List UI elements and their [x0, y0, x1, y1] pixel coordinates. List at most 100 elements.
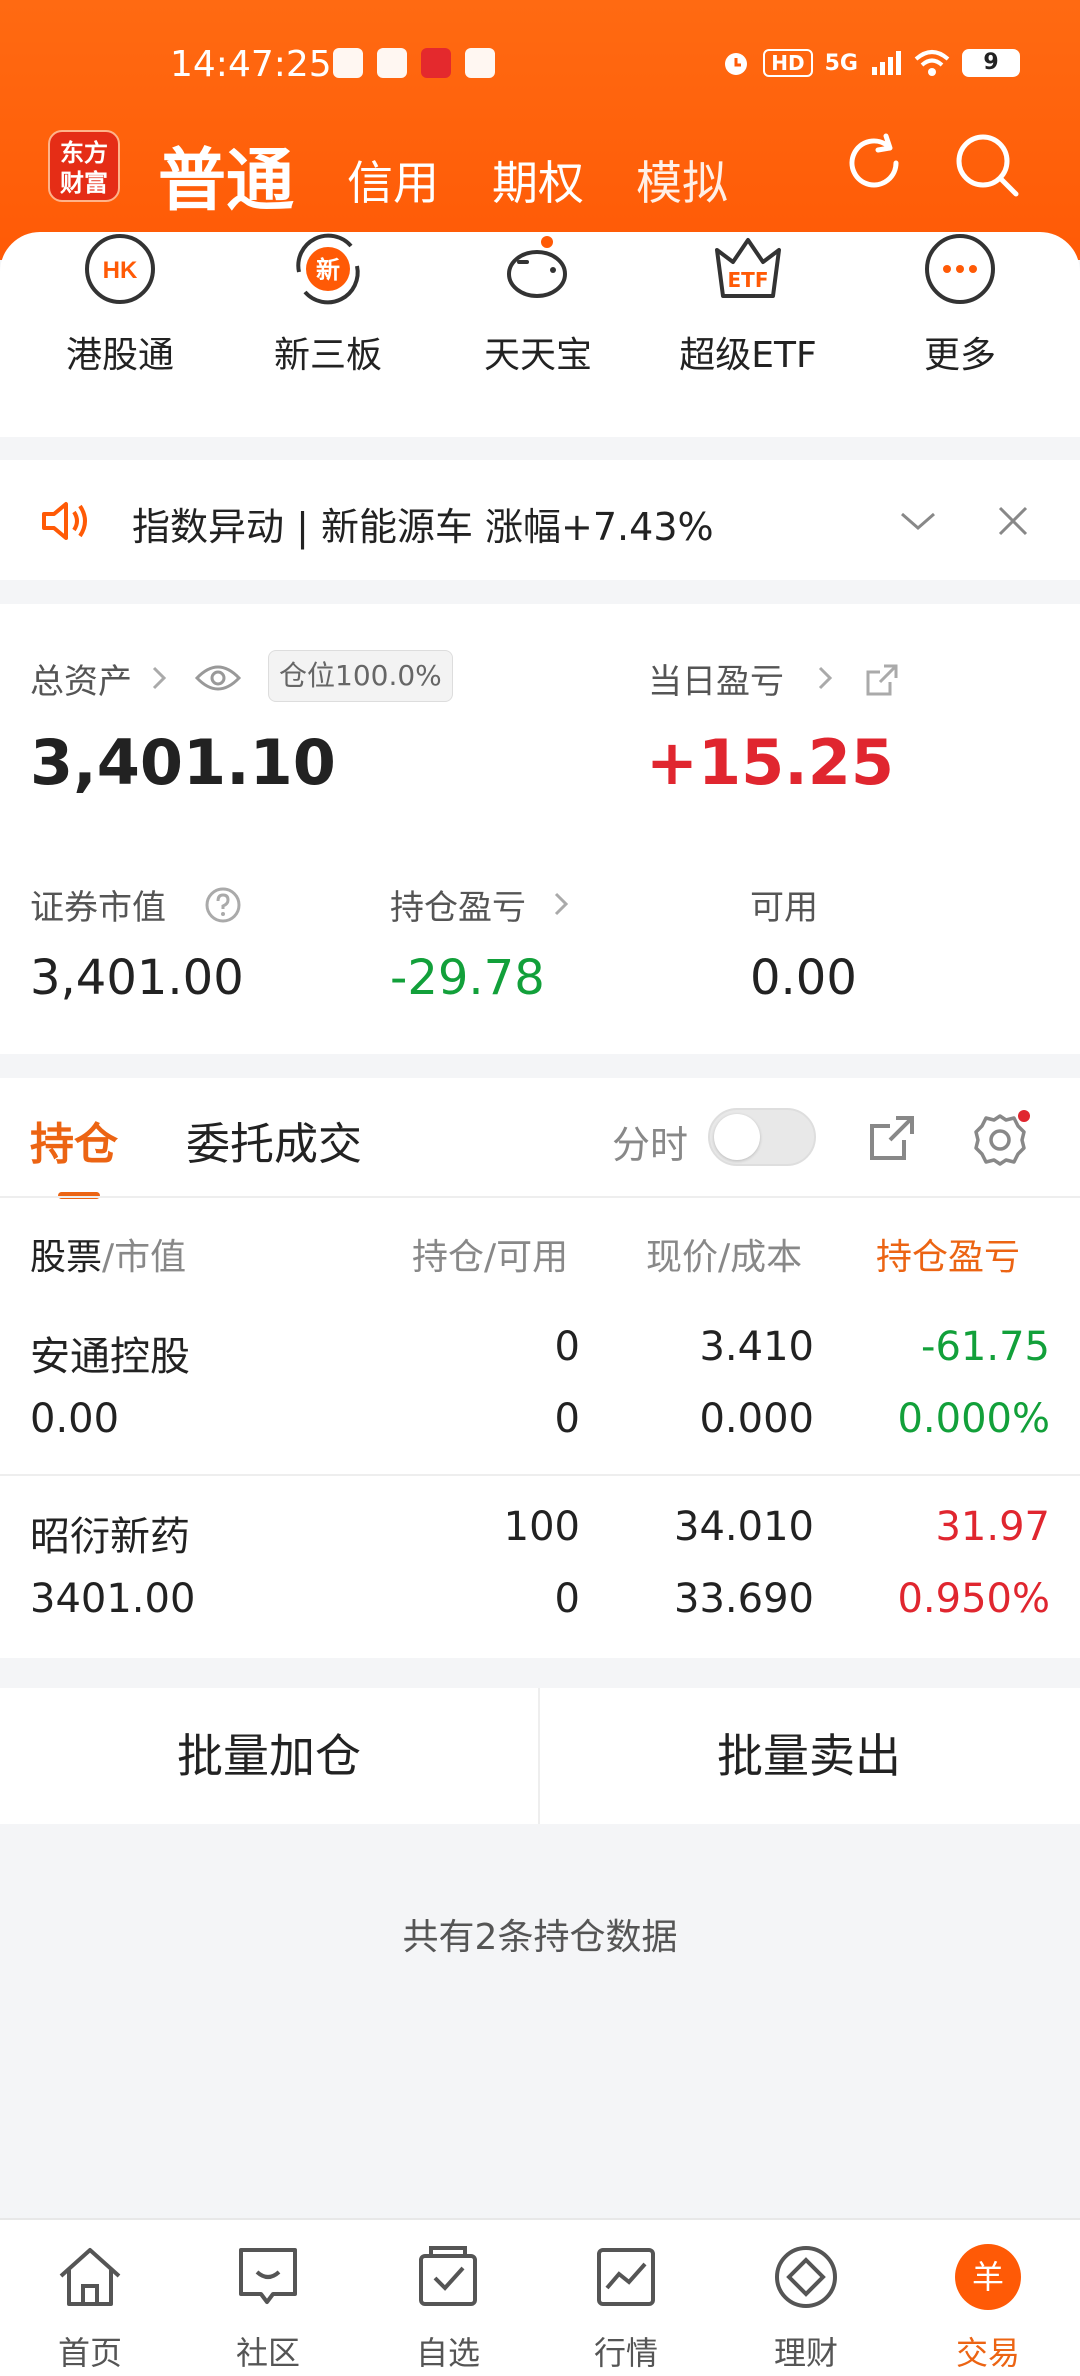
logo-text: 财富	[60, 169, 108, 197]
speaker-icon	[42, 502, 87, 540]
quick-item-more[interactable]: 更多	[860, 232, 1060, 378]
stock-price: 3.410	[699, 1324, 814, 1370]
tab-orders[interactable]: 委托成交	[186, 1108, 362, 1172]
holdings-count-text: 共有2条持仓数据	[402, 1917, 678, 1958]
stock-price: 34.010	[674, 1504, 814, 1550]
battery-indicator: 9	[962, 49, 1020, 77]
batch-sell-button[interactable]: 批量卖出	[540, 1688, 1078, 1824]
quick-item-new-board[interactable]: 新 新三板	[228, 232, 428, 378]
tab-normal[interactable]: 普通	[158, 125, 294, 224]
quick-item-label: 新三板	[273, 335, 382, 376]
app-notification-icon	[377, 48, 407, 78]
alarm-icon	[725, 53, 748, 75]
stock-available: 0	[554, 1576, 580, 1622]
watchlist-icon	[419, 2246, 477, 2306]
bottom-nav: 首页 社区 自选 行情 理财 羊 交易	[0, 2218, 1080, 2376]
close-icon[interactable]	[994, 502, 1032, 540]
column-stock[interactable]: 股票/市值	[30, 1228, 186, 1280]
quick-item-hk[interactable]: HK 港股通	[20, 232, 220, 378]
signal-icon	[872, 51, 901, 75]
tab-options[interactable]: 期权	[492, 147, 584, 213]
holdings-panel: 持仓 委托成交 分时 股票/市值 持仓/可用 现价/成本 持仓盈亏 安通控股 0…	[0, 1078, 1080, 1658]
total-assets-label[interactable]: 总资产	[30, 654, 132, 703]
hd-badge: HD	[763, 49, 813, 77]
hk-glyph: HK	[103, 257, 138, 284]
stock-name: 安通控股	[30, 1334, 190, 1380]
quick-menu: HK 港股通 新 新三板 天天宝 ETF 超级ETF 更多	[0, 232, 1080, 437]
external-link-icon[interactable]	[864, 662, 900, 698]
stock-available: 0	[554, 1396, 580, 1442]
holding-pnl-label[interactable]: 持仓盈亏	[390, 880, 526, 929]
settings-icon[interactable]	[970, 1110, 1030, 1170]
nav-finance[interactable]: 理财	[716, 2242, 896, 2374]
status-time: 14:47:25	[170, 44, 332, 85]
search-icon[interactable]	[952, 130, 1022, 200]
refresh-icon[interactable]	[840, 130, 910, 200]
stock-pnl-pct: 0.000%	[897, 1396, 1050, 1442]
daily-pnl-label[interactable]: 当日盈亏	[648, 654, 784, 703]
quick-item-piggy[interactable]: 天天宝	[438, 232, 638, 378]
chevron-right-icon	[554, 892, 569, 916]
stock-pnl: 31.97	[935, 1504, 1050, 1550]
nav-label: 交易	[955, 2334, 1020, 2372]
position-ratio-badge: 仓位100.0%	[268, 650, 453, 702]
holding-pnl-value: -29.78	[390, 950, 545, 1006]
tab-credit[interactable]: 信用	[347, 147, 439, 213]
quick-item-label: 更多	[923, 335, 996, 376]
chevron-down-icon[interactable]	[898, 506, 938, 536]
app-notification-icon	[333, 48, 363, 78]
help-icon[interactable]	[204, 886, 242, 924]
more-dots-icon	[925, 234, 995, 304]
market-icon	[597, 2248, 655, 2306]
new-glyph: 新	[316, 256, 340, 284]
wifi-icon	[914, 50, 950, 76]
intraday-toggle[interactable]	[708, 1108, 816, 1166]
finance-icon	[775, 2246, 837, 2308]
etf-crown-icon: ETF	[715, 238, 781, 298]
stock-market-value: 0.00	[30, 1396, 120, 1442]
quick-item-label: 港股通	[65, 335, 174, 376]
network-label: 5G	[824, 50, 858, 76]
nav-watchlist[interactable]: 自选	[358, 2242, 538, 2374]
hk-icon: HK	[85, 234, 155, 304]
toggle-knob	[714, 1114, 760, 1160]
market-notice[interactable]: 指数异动 | 新能源车 涨幅+7.43%	[0, 460, 1080, 580]
nav-label: 行情	[593, 2334, 658, 2372]
home-icon	[59, 2248, 121, 2306]
column-market-value-label: /市值	[102, 1237, 187, 1278]
share-icon[interactable]	[866, 1112, 918, 1164]
column-price[interactable]: 现价/成本	[646, 1228, 802, 1280]
column-position[interactable]: 持仓/可用	[412, 1228, 568, 1280]
tab-simulation[interactable]: 模拟	[636, 147, 728, 213]
nav-market[interactable]: 行情	[536, 2242, 716, 2374]
nav-trade[interactable]: 羊 交易	[898, 2242, 1078, 2374]
nav-home[interactable]: 首页	[0, 2242, 180, 2374]
eye-icon[interactable]	[194, 662, 242, 694]
market-value-label: 证券市值	[30, 888, 166, 928]
stock-cost: 0.000	[699, 1396, 814, 1442]
divider	[0, 1196, 1080, 1198]
available-value: 0.00	[750, 950, 857, 1006]
logo-text: 东方	[60, 139, 108, 167]
trade-glyph: 羊	[972, 2258, 1004, 2296]
chevron-right-icon	[818, 666, 833, 690]
batch-add-button[interactable]: 批量加仓	[0, 1688, 538, 1824]
nav-community[interactable]: 社区	[178, 2242, 358, 2374]
quick-item-label: 超级ETF	[679, 335, 817, 376]
quick-item-etf[interactable]: ETF 超级ETF	[648, 232, 848, 378]
stock-position: 100	[503, 1504, 580, 1550]
app-header: 14:47:25 HD 5G 9 东方 财富 普通 信用 期权 模拟	[0, 0, 1080, 260]
nav-label: 首页	[57, 2334, 122, 2372]
column-pnl[interactable]: 持仓盈亏	[876, 1228, 1056, 1280]
tab-holdings[interactable]: 持仓	[30, 1108, 118, 1172]
total-assets-value: 3,401.10	[30, 726, 336, 799]
vivo-notification-icon	[465, 48, 495, 78]
asset-summary: 总资产 仓位100.0% 3,401.10 当日盈亏 +15.25 证券市值 3…	[0, 604, 1080, 1054]
available-label: 可用	[750, 888, 818, 928]
status-bar: 14:47:25 HD 5G 9	[0, 40, 1080, 90]
notice-text: 指数异动 | 新能源车 涨幅+7.43%	[132, 505, 714, 549]
chevron-right-icon	[152, 666, 167, 690]
batch-actions: 批量加仓 批量卖出	[0, 1688, 1080, 1824]
new-board-icon: 新	[296, 233, 360, 305]
intraday-label: 分时	[612, 1123, 689, 1167]
